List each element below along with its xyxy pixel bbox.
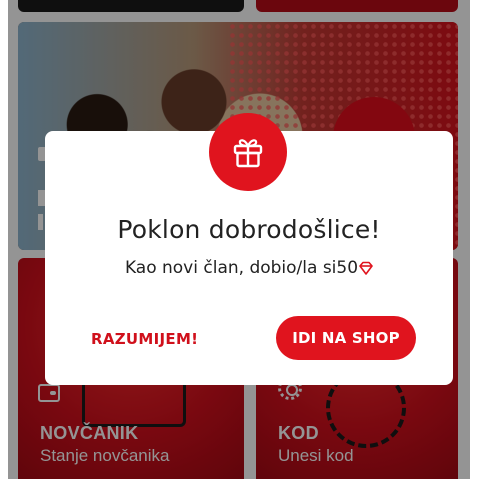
dismiss-button[interactable]: RAZUMIJEM! (91, 327, 198, 351)
gift-badge (209, 113, 287, 191)
gem-icon (359, 260, 373, 280)
gift-icon (231, 135, 265, 169)
dialog-title: Poklon dobrodošlice! (117, 215, 381, 244)
dialog-message: Kao novi član, dobio/la si50 (45, 258, 453, 280)
go-to-shop-button[interactable]: IDI NA SHOP (276, 316, 416, 360)
dialog-message-text: Kao novi član, dobio/la si50 (124, 258, 359, 278)
